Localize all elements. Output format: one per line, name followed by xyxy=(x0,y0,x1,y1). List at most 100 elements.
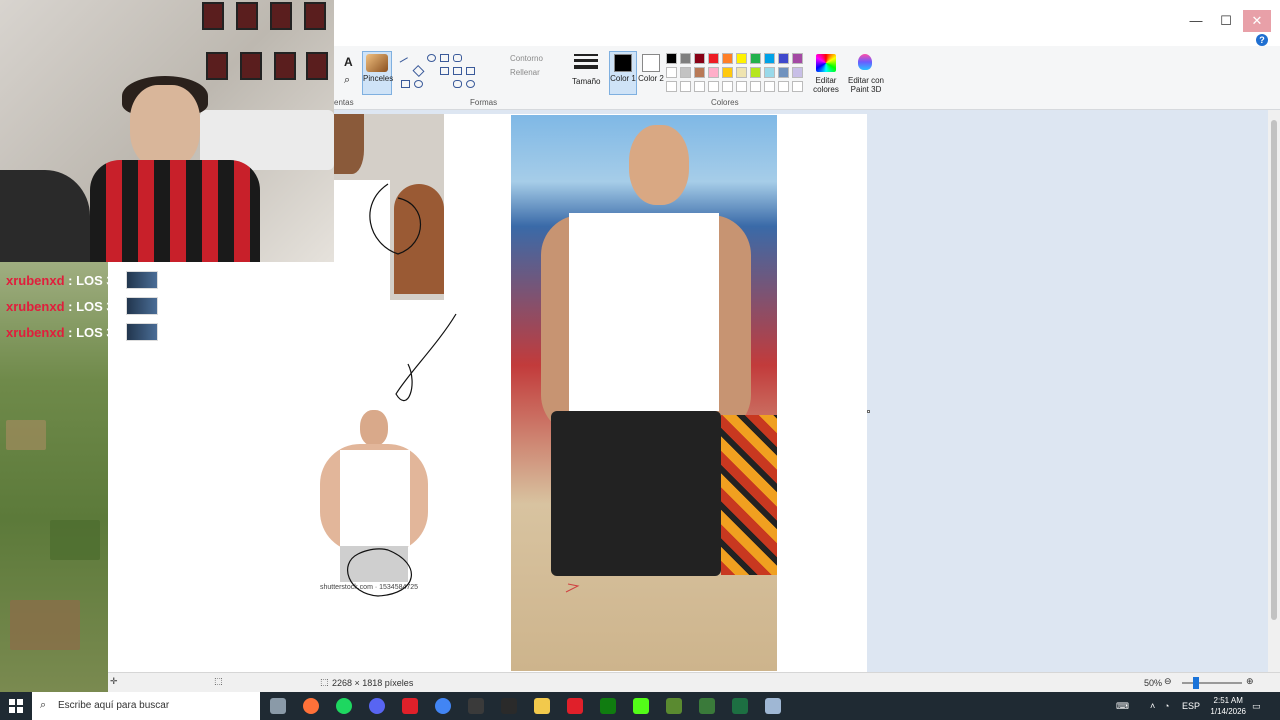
callout-shape-icon[interactable] xyxy=(453,80,462,88)
outline-dropdown[interactable]: Contorno xyxy=(510,54,543,63)
palette-swatch[interactable] xyxy=(736,53,747,64)
palette-swatch[interactable] xyxy=(722,67,733,78)
brush-icon xyxy=(366,54,388,72)
rounded-rectangle-shape-icon[interactable] xyxy=(453,54,462,62)
star-shape-icon[interactable] xyxy=(414,80,423,88)
palette-swatch[interactable] xyxy=(778,53,789,64)
arrow-shape-icon[interactable] xyxy=(453,67,462,75)
scrollbar-thumb[interactable] xyxy=(1271,120,1277,620)
color2-button[interactable]: Color 2 xyxy=(637,51,665,95)
help-icon[interactable]: ? xyxy=(1256,34,1268,46)
zoom-slider[interactable] xyxy=(1182,677,1242,689)
palette-swatch[interactable] xyxy=(708,53,719,64)
spotify-icon[interactable] xyxy=(336,698,352,714)
palette-swatch[interactable] xyxy=(666,53,677,64)
arrow-shape-icon[interactable] xyxy=(466,67,475,75)
zoom-in-icon[interactable]: ⊕ xyxy=(1246,676,1254,687)
discord-icon[interactable] xyxy=(369,698,385,714)
voicemod-icon[interactable] xyxy=(402,698,418,714)
edit-colors-label[interactable]: Editar colores xyxy=(808,76,844,94)
zoom-out-icon[interactable]: ⊖ xyxy=(1164,676,1172,687)
hexagon-shape-icon[interactable] xyxy=(440,67,449,75)
color1-button[interactable]: Color 1 xyxy=(609,51,637,95)
palette-swatch[interactable] xyxy=(778,67,789,78)
oval-shape-icon[interactable] xyxy=(427,54,436,62)
chrome-icon[interactable] xyxy=(435,698,451,714)
custom-color-slot[interactable] xyxy=(792,81,803,92)
paint-icon[interactable] xyxy=(765,698,781,714)
keyboard-icon[interactable]: ⌨ xyxy=(1116,692,1129,720)
excel-icon[interactable] xyxy=(732,698,748,714)
palette-swatch[interactable] xyxy=(694,53,705,64)
palette-swatch[interactable] xyxy=(750,53,761,64)
epic-games-icon[interactable] xyxy=(501,698,517,714)
text-tool-icon[interactable]: A xyxy=(344,56,353,68)
palette-swatch[interactable] xyxy=(764,67,775,78)
status-bar: ✛ ⬚ ⬚ 2268 × 1818 píxeles 50% ⊖ ⊕ xyxy=(108,672,1280,692)
palette-swatch[interactable] xyxy=(666,67,677,78)
palette-swatch[interactable] xyxy=(792,53,803,64)
wall-poster xyxy=(304,2,326,30)
opera-gx-icon[interactable] xyxy=(567,698,583,714)
close-button[interactable]: ✕ xyxy=(1243,10,1271,32)
chat-message: xrubenxd : LOS 3 xyxy=(0,320,160,346)
custom-color-slot[interactable] xyxy=(764,81,775,92)
wifi-icon[interactable]: ◔ xyxy=(1164,692,1169,720)
palette-swatch[interactable] xyxy=(680,67,691,78)
magnifier-icon[interactable]: ⌕ xyxy=(344,75,350,86)
taskbar-search-input[interactable]: Escribe aquí para buscar xyxy=(32,692,260,720)
language-indicator[interactable]: ESP xyxy=(1182,692,1200,720)
chat-text: : LOS 3 xyxy=(68,273,114,288)
minimize-button[interactable]: — xyxy=(1182,10,1210,32)
windows-start-icon[interactable] xyxy=(8,698,24,714)
windows-taskbar: Escribe aquí para buscar ⌕ ⌨ ˄ ◔ ESP 2:5… xyxy=(0,692,1280,720)
xbox-icon[interactable] xyxy=(600,698,616,714)
system-clock[interactable]: 2:51 AM 1/14/2026 xyxy=(1210,695,1246,717)
tray-overflow-icon[interactable]: ˄ xyxy=(1150,692,1155,720)
brushes-button[interactable]: Pinceles xyxy=(362,51,393,95)
palette-swatch[interactable] xyxy=(722,53,733,64)
palette-swatch[interactable] xyxy=(680,53,691,64)
zoom-slider-thumb[interactable] xyxy=(1193,677,1199,689)
arrow-shape-icon[interactable] xyxy=(401,80,410,88)
color2-label: Color 2 xyxy=(638,74,664,83)
kick-icon[interactable] xyxy=(633,698,649,714)
rectangle-shape-icon[interactable] xyxy=(440,54,449,62)
size-icon[interactable] xyxy=(574,54,598,72)
custom-color-slot[interactable] xyxy=(778,81,789,92)
line-shape-icon[interactable] xyxy=(399,57,412,69)
edit-paint3d-label[interactable]: Editar con Paint 3D xyxy=(844,76,888,94)
canvas-resize-handle[interactable] xyxy=(867,410,870,413)
custom-color-slot[interactable] xyxy=(736,81,747,92)
color1-swatch xyxy=(614,54,632,72)
custom-color-slot[interactable] xyxy=(694,81,705,92)
palette-swatch[interactable] xyxy=(736,67,747,78)
custom-color-slot[interactable] xyxy=(722,81,733,92)
minecraft-dungeons-icon[interactable] xyxy=(699,698,715,714)
custom-color-slot[interactable] xyxy=(680,81,691,92)
cloud-shape-icon[interactable] xyxy=(466,80,475,88)
maximize-button[interactable]: ☐ xyxy=(1212,10,1240,32)
file-explorer-icon[interactable] xyxy=(534,698,550,714)
palette-swatch[interactable] xyxy=(708,67,719,78)
fill-dropdown[interactable]: Rellenar xyxy=(510,68,540,77)
shapes-gallery[interactable] xyxy=(399,54,501,94)
edit-colors-icon[interactable] xyxy=(816,54,836,72)
wall-poster xyxy=(306,52,328,80)
palette-swatch[interactable] xyxy=(750,67,761,78)
paint3d-icon[interactable] xyxy=(858,54,872,70)
diamond-shape-icon[interactable] xyxy=(412,64,425,78)
obs-icon[interactable] xyxy=(468,698,484,714)
notification-icon[interactable]: ▭ xyxy=(1252,692,1261,720)
custom-color-slot[interactable] xyxy=(750,81,761,92)
wall-poster xyxy=(236,2,258,30)
palette-swatch[interactable] xyxy=(792,67,803,78)
minecraft-icon[interactable] xyxy=(666,698,682,714)
custom-color-slot[interactable] xyxy=(666,81,677,92)
custom-color-slot[interactable] xyxy=(708,81,719,92)
palette-swatch[interactable] xyxy=(764,53,775,64)
palette-swatch[interactable] xyxy=(694,67,705,78)
vertical-scrollbar[interactable] xyxy=(1268,110,1280,672)
firefox-icon[interactable] xyxy=(303,698,319,714)
task-view-icon[interactable] xyxy=(270,698,286,714)
